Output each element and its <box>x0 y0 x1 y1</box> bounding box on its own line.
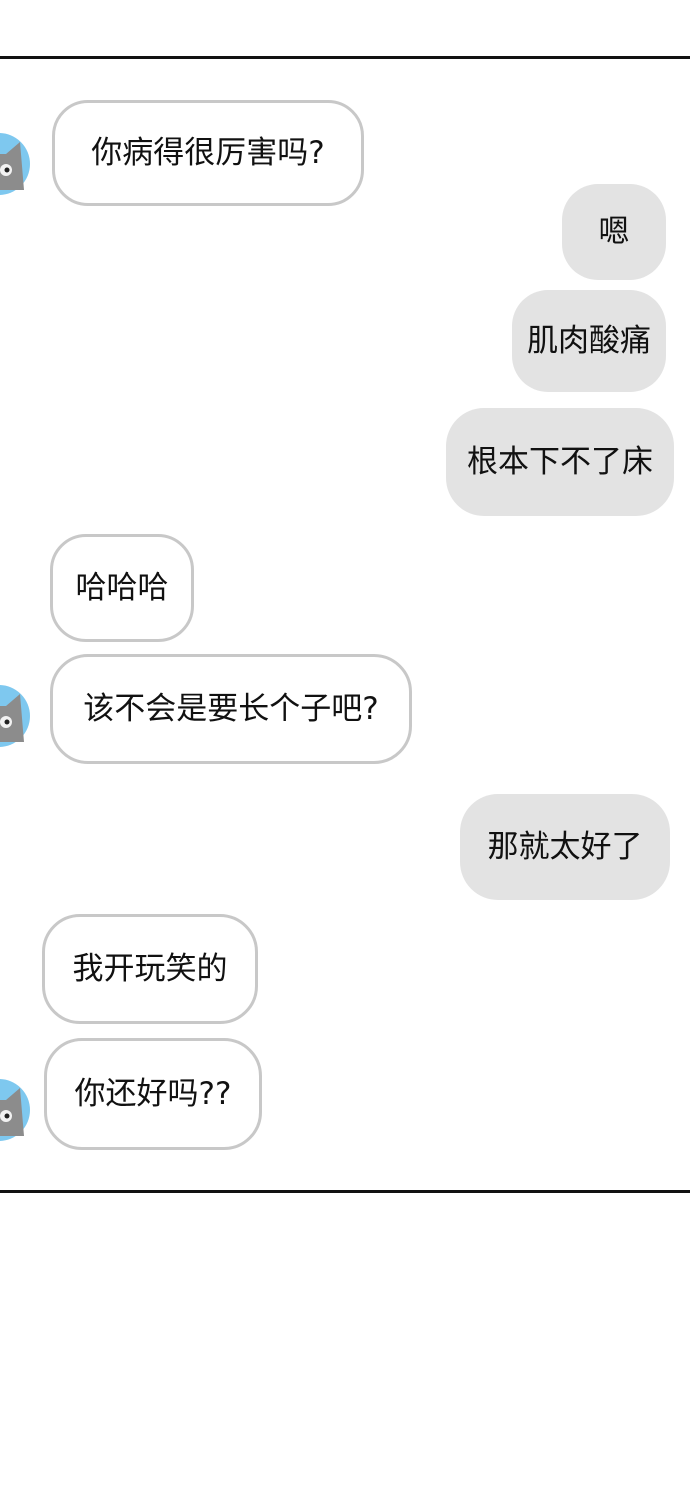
message-bubble-outgoing[interactable]: 那就太好了 <box>460 794 670 900</box>
bottom-divider <box>0 1190 690 1193</box>
message-text: 我开玩笑的 <box>72 950 228 987</box>
message-text: 嗯 <box>598 213 630 250</box>
message-bubble-outgoing[interactable]: 根本下不了床 <box>446 408 674 516</box>
message-text: 根本下不了床 <box>467 443 653 480</box>
message-text: 肌肉酸痛 <box>527 322 651 359</box>
gray-cat-avatar-icon <box>0 1079 30 1141</box>
message-bubble-outgoing[interactable]: 肌肉酸痛 <box>512 290 666 392</box>
contact-avatar[interactable] <box>0 128 30 200</box>
message-bubble-incoming[interactable]: 你还好吗?? <box>44 1038 262 1150</box>
contact-avatar[interactable] <box>0 1074 30 1146</box>
message-bubble-incoming[interactable]: 你病得很厉害吗? <box>52 100 364 206</box>
message-bubble-incoming[interactable]: 该不会是要长个子吧? <box>50 654 412 764</box>
top-divider <box>0 56 690 59</box>
message-text: 该不会是要长个子吧? <box>83 690 379 727</box>
gray-cat-avatar-icon <box>0 133 30 195</box>
message-text: 那就太好了 <box>487 828 643 865</box>
contact-avatar[interactable] <box>0 680 30 752</box>
message-text: 你还好吗?? <box>74 1075 232 1112</box>
message-text: 你病得很厉害吗? <box>91 134 325 171</box>
message-bubble-outgoing[interactable]: 嗯 <box>562 184 666 280</box>
gray-cat-avatar-icon <box>0 685 30 747</box>
message-bubble-incoming[interactable]: 哈哈哈 <box>50 534 194 642</box>
message-bubble-incoming[interactable]: 我开玩笑的 <box>42 914 258 1024</box>
message-text: 哈哈哈 <box>75 569 169 606</box>
